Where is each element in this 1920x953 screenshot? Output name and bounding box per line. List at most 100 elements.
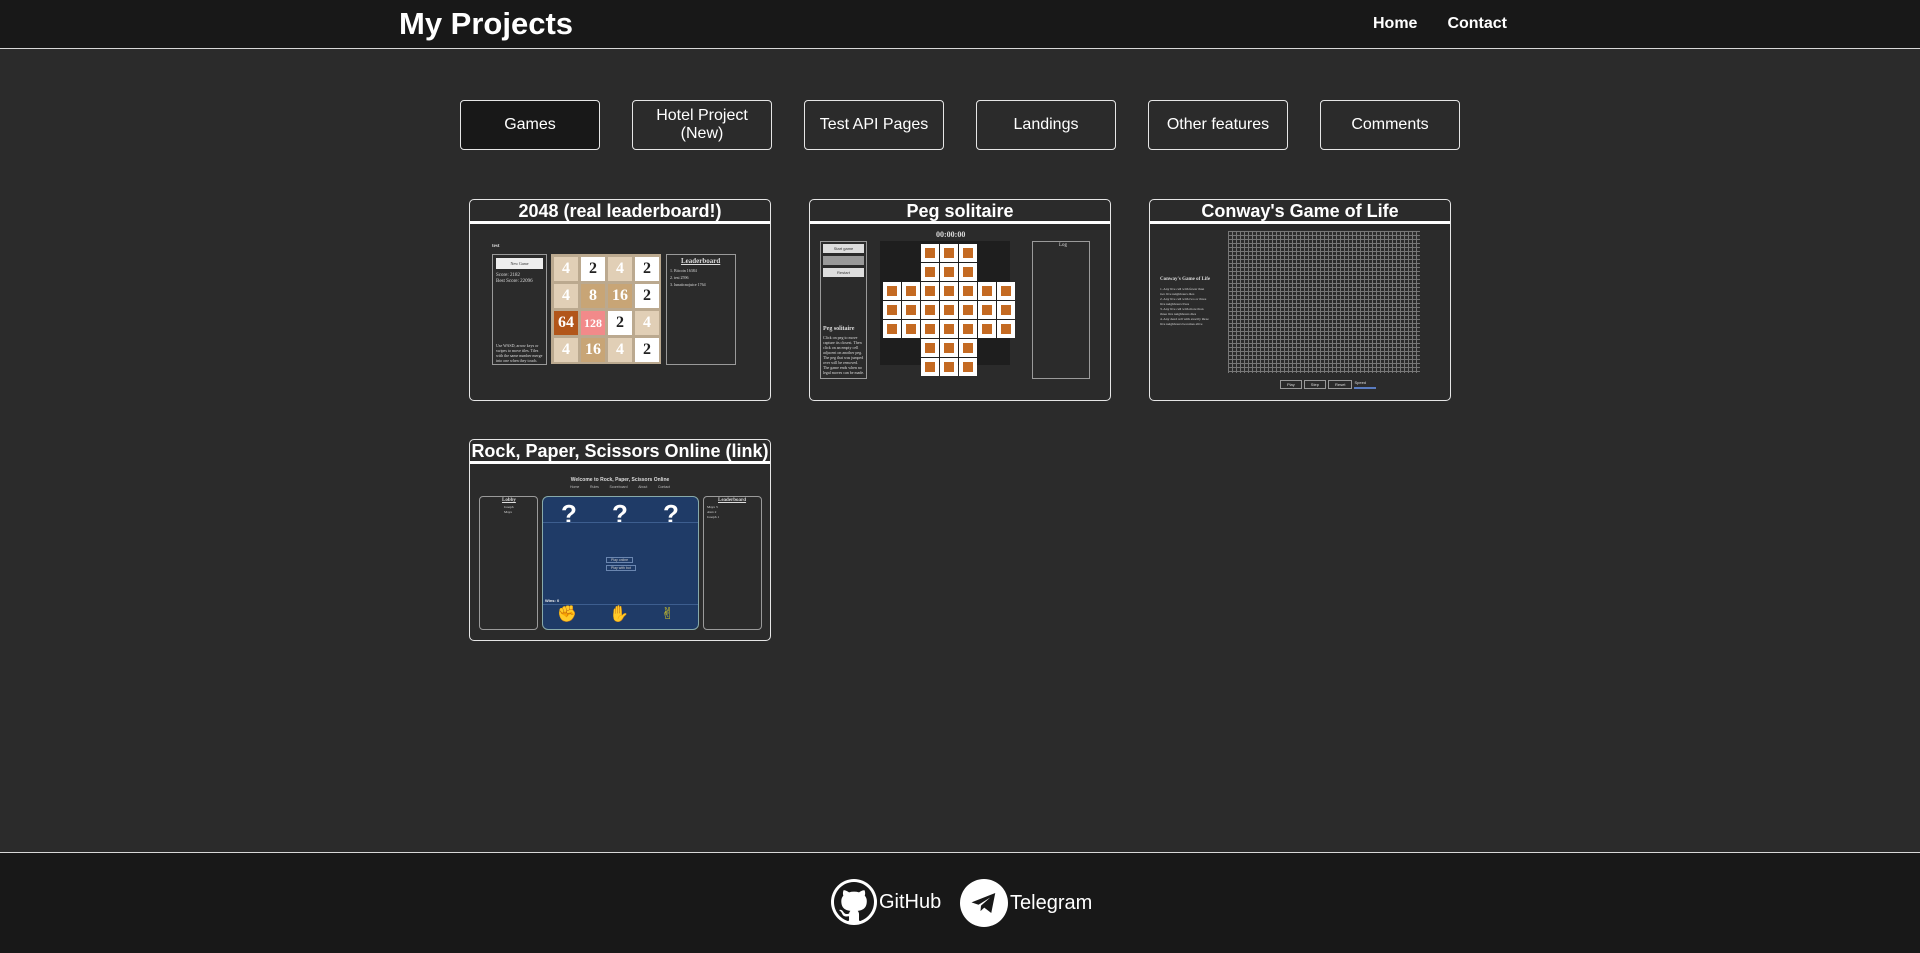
tile: 128: [581, 311, 605, 335]
peg-cell: [940, 358, 958, 376]
project-card-rps[interactable]: Rock, Paper, Scissors Online (link) Welc…: [469, 439, 771, 641]
peg: [944, 324, 954, 334]
preview-restart-button: Restart: [823, 268, 864, 277]
peg-cell: [940, 263, 958, 281]
preview-side-panel: New Game Score: 2182 Best Score: 22096 U…: [492, 254, 547, 365]
peg-cell: [921, 320, 939, 338]
scissors-icon: ✌: [661, 606, 675, 623]
preview-rps-lobby-player: Joseph: [504, 505, 514, 509]
preview-peg-board: [880, 241, 1015, 376]
peg-cell: [997, 320, 1015, 338]
peg: [944, 286, 954, 296]
preview-timer: 00:00:00: [936, 230, 966, 239]
preview-rps-menu: Home Rules Scoreboard About Contact: [570, 485, 670, 489]
nav-contact-link[interactable]: Contact: [1447, 15, 1507, 33]
preview-rps-menu-item: About: [638, 485, 648, 489]
project-title: Conway's Game of Life: [1150, 200, 1450, 224]
peg-cell: [978, 320, 996, 338]
preview-rps-wins: Wins: 0: [545, 598, 560, 603]
peg: [906, 305, 916, 315]
project-preview-2048: test New Game Score: 2182 Best Score: 22…: [470, 227, 770, 400]
preview-rps-lobby-player: Maya: [504, 510, 512, 514]
project-card-peg-solitaire[interactable]: Peg solitaire 00:00:00 Start game Undo R…: [809, 199, 1111, 401]
peg: [963, 248, 973, 258]
peg: [944, 267, 954, 277]
telegram-icon: [960, 879, 1008, 927]
github-link[interactable]: GitHub: [831, 879, 941, 925]
peg-cell: [921, 282, 939, 300]
preview-rps-lobby-title: Lobby: [502, 498, 516, 503]
peg-cell: [883, 282, 901, 300]
top-header: My Projects Home Contact: [0, 0, 1920, 49]
category-tabs: Games Hotel Project (New) Test API Pages…: [460, 100, 1460, 150]
preview-rps-divider: [543, 522, 698, 523]
tile: 16: [581, 338, 605, 362]
peg-cell: [940, 301, 958, 319]
peg: [963, 362, 973, 372]
peg: [925, 324, 935, 334]
peg-cell: [959, 301, 977, 319]
peg: [944, 343, 954, 353]
peg-cell: [978, 282, 996, 300]
preview-rps-leaderboard: Leaderboard Maya 3 Alex 2 Joseph 1: [703, 496, 762, 630]
nav-home-link[interactable]: Home: [1373, 15, 1417, 33]
preview-life-rule: 3. Any live cell with more than three li…: [1160, 307, 1204, 316]
tab-other-features[interactable]: Other features: [1148, 100, 1288, 150]
tab-landings[interactable]: Landings: [976, 100, 1116, 150]
tile: 4: [554, 257, 578, 281]
tile: 4: [635, 311, 659, 335]
footer: GitHub Telegram: [0, 852, 1920, 953]
leaderboard-row: 1. Bitcoin 16384: [670, 268, 697, 273]
preview-rps-bot-button: Play with bot: [606, 565, 636, 571]
preview-life-rule: 4. Any dead cell with exactly three live…: [1160, 317, 1209, 326]
peg: [925, 267, 935, 277]
site-title: My Projects: [399, 6, 574, 41]
peg: [925, 286, 935, 296]
tile: 2: [581, 257, 605, 281]
peg-cell: [959, 320, 977, 338]
github-icon: [831, 879, 877, 925]
rock-icon: ✊: [557, 606, 577, 623]
preview-help-text: Use WASD, arrow keys or swipes to move t…: [496, 343, 543, 363]
preview-rps-menu-item: Contact: [657, 485, 670, 489]
preview-undo-button: Undo: [823, 256, 864, 265]
preview-rps-leaderboard-row: Maya 3: [707, 505, 718, 509]
preview-leaderboard: Leaderboard 1. Bitcoin 16384 2. test 259…: [666, 254, 736, 365]
peg: [1001, 324, 1011, 334]
preview-side-panel: Start game Undo Restart Peg solitaire Cl…: [820, 241, 867, 379]
peg-cell: [959, 244, 977, 262]
peg-cell: [997, 301, 1015, 319]
preview-2048-grid: 4 2 4 2 4 8 16 2 64 128 2 4 4 16 4 2: [551, 254, 661, 364]
preview-rps-question: ?: [663, 499, 679, 529]
peg: [982, 286, 992, 296]
preview-log-title: Log: [1059, 243, 1068, 248]
tile: 4: [554, 338, 578, 362]
tab-games[interactable]: Games: [460, 100, 600, 150]
project-card-2048[interactable]: 2048 (real leaderboard!) test New Game S…: [469, 199, 771, 401]
preview-rps-welcome: Welcome to Rock, Paper, Scissors Online: [570, 477, 670, 483]
telegram-icon-svg: [971, 893, 996, 913]
telegram-link[interactable]: Telegram: [960, 879, 1092, 927]
tile: 4: [608, 257, 632, 281]
tab-comments[interactable]: Comments: [1320, 100, 1460, 150]
peg-cell: [997, 282, 1015, 300]
preview-rps-lobby: Lobby Joseph Maya: [479, 496, 538, 630]
preview-peg-heading: Peg solitaire: [823, 326, 855, 332]
peg: [944, 248, 954, 258]
project-preview-life: Conway's Game of Life 1. Any live cell w…: [1150, 227, 1450, 400]
preview-rps-menu-item: Home: [570, 485, 580, 489]
peg: [925, 343, 935, 353]
peg-cell: [902, 301, 920, 319]
peg: [982, 324, 992, 334]
peg-cell: [921, 339, 939, 357]
project-card-game-of-life[interactable]: Conway's Game of Life Conway's Game of L…: [1149, 199, 1451, 401]
tab-test-api-pages[interactable]: Test API Pages: [804, 100, 944, 150]
preview-start-button: Start game: [823, 244, 864, 253]
peg-cell: [959, 282, 977, 300]
preview-rps-menu-item: Scoreboard: [609, 485, 628, 489]
tab-hotel-project[interactable]: Hotel Project (New): [632, 100, 772, 150]
peg-cell: [902, 320, 920, 338]
preview-life-control: Play: [1280, 380, 1302, 389]
preview-life-control: Step: [1303, 380, 1327, 389]
tile: 4: [554, 284, 578, 308]
